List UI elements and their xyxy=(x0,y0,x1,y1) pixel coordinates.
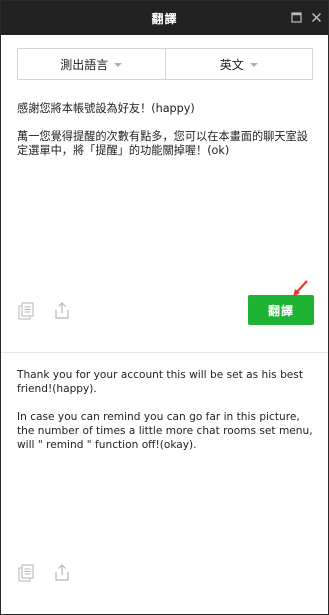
target-language-label: 英文 xyxy=(219,57,244,72)
source-language-label: 測出語言 xyxy=(60,57,109,72)
chevron-down-icon xyxy=(249,62,258,67)
close-icon[interactable] xyxy=(310,11,322,23)
language-selector-bar: 測出語言 英文 xyxy=(17,48,313,80)
translate-button[interactable]: 翻譯 xyxy=(248,295,314,325)
copy-icon[interactable] xyxy=(16,300,38,322)
window-controls xyxy=(290,11,322,23)
share-icon[interactable] xyxy=(51,299,73,321)
annotation-arrow-icon xyxy=(293,280,308,297)
copy-icon[interactable] xyxy=(16,562,38,584)
share-icon[interactable] xyxy=(51,561,73,583)
translated-text-area: Thank you for your account this will be … xyxy=(17,369,313,451)
window-title: 翻譯 xyxy=(151,11,178,26)
target-language-dropdown[interactable]: 英文 xyxy=(164,49,313,79)
chevron-down-icon xyxy=(114,62,123,67)
source-language-dropdown[interactable]: 測出語言 xyxy=(18,49,165,79)
source-text-area[interactable]: 感謝您將本帳號設為好友！(happy) 萬一您覺得提醒的次數有點多，您可以在本畫… xyxy=(17,102,313,158)
restore-icon[interactable] xyxy=(290,11,302,23)
section-divider xyxy=(1,352,328,353)
title-bar: 翻譯 xyxy=(1,1,328,35)
translator-window: 翻譯 測出語言 英文 感謝您將本帳號設為好友！(happy) 萬一您覺得提醒的次… xyxy=(0,0,329,615)
